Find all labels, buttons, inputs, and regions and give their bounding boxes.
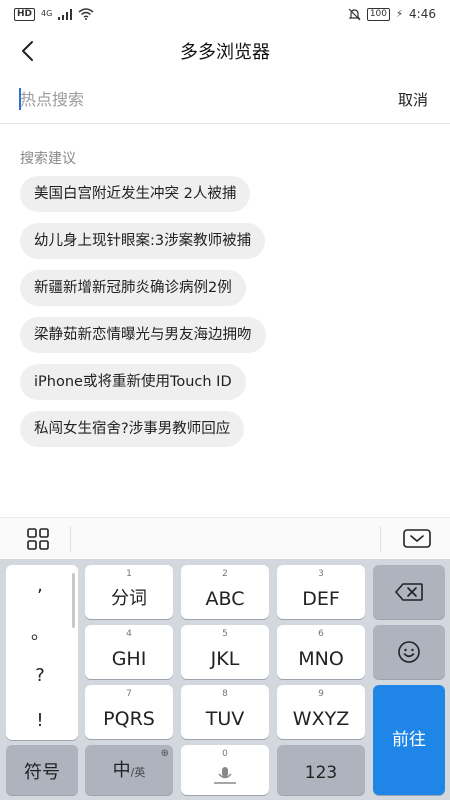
status-bar: HD 4G 100 ⚡ 4:46 (0, 0, 450, 28)
backspace-icon (395, 583, 423, 601)
page-title: 多多浏览器 (180, 42, 270, 63)
globe-icon: ⊕ (160, 748, 169, 759)
go-button[interactable]: 前往 (373, 685, 445, 795)
suggestions-title: 搜索建议 (20, 151, 76, 167)
search-bar: 取消 (0, 74, 450, 124)
keyboard: , 。 ? ! 1 分词 2 ABC 3 DEF 4 GHI 5 JKL 6 M… (0, 559, 450, 800)
key-3[interactable]: 3 DEF (277, 565, 365, 619)
emoji-key[interactable] (373, 625, 445, 679)
keyboard-menu-button[interactable] (26, 527, 50, 551)
grid-icon (27, 528, 49, 550)
key-number: 5 (222, 629, 228, 639)
hd-indicator: HD (14, 7, 36, 21)
suggestion-chip[interactable]: 新疆新增新冠肺炎确诊病例2例 (20, 270, 246, 306)
emoji-icon (398, 641, 420, 663)
network-type: 4G (41, 9, 53, 18)
suggestion-chip[interactable]: iPhone或将重新使用Touch ID (20, 364, 246, 400)
key-1[interactable]: 1 分词 (85, 565, 173, 619)
key-number: 0 (222, 749, 228, 759)
punctuation-scrollbar (72, 573, 75, 628)
key-label: JKL (210, 648, 240, 670)
language-label: 中/英 (85, 760, 173, 784)
punctuation-list[interactable]: , 。 ? ! (6, 565, 78, 740)
key-label: ABC (205, 588, 245, 610)
toolbar-divider (380, 526, 381, 552)
key-label: WXYZ (292, 708, 350, 730)
key-label: 分词 (111, 588, 147, 609)
punct-exclaim[interactable]: ! (6, 710, 74, 731)
key-label: GHI (111, 648, 147, 670)
punct-comma[interactable]: , (6, 575, 74, 596)
symbols-key[interactable]: 符号 (6, 745, 78, 795)
punct-period[interactable]: 。 (6, 619, 74, 645)
key-label: MNO (298, 648, 344, 670)
numbers-key[interactable]: 123 (277, 745, 365, 795)
key-5[interactable]: 5 JKL (181, 625, 269, 679)
key-number: 8 (222, 689, 228, 699)
toolbar-divider (70, 526, 71, 552)
keyboard-hide-icon (403, 529, 431, 548)
suggestion-chip[interactable]: 梁静茹新恋情曝光与男友海边拥吻 (20, 317, 266, 353)
suggestion-chip[interactable]: 美国白宫附近发生冲突 2人被捕 (20, 176, 251, 212)
battery-level: 100 (366, 7, 391, 21)
language-switch-key[interactable]: ⊕ 中/英 (85, 745, 173, 795)
hide-keyboard-button[interactable] (402, 528, 432, 550)
key-number: 6 (318, 629, 324, 639)
lang-alt: /英 (130, 766, 146, 779)
backspace-key[interactable] (373, 565, 445, 619)
signal-icon (58, 8, 73, 20)
header: 多多浏览器 (0, 28, 450, 74)
key-number: 2 (222, 569, 228, 579)
key-number: 9 (318, 689, 324, 699)
keyboard-toolbar (0, 517, 450, 559)
suggestion-chip[interactable]: 幼儿身上现针眼案:3涉案教师被捕 (20, 223, 266, 259)
microphone-icon (214, 767, 236, 784)
mute-bell-icon (348, 8, 361, 20)
key-number: 4 (126, 629, 132, 639)
wifi-icon (78, 8, 94, 20)
suggestion-list: 美国白宫附近发生冲突 2人被捕 幼儿身上现针眼案:3涉案教师被捕 新疆新增新冠肺… (20, 176, 430, 458)
key-label: PQRS (103, 708, 155, 730)
symbols-label: 符号 (24, 762, 60, 783)
key-2[interactable]: 2 ABC (181, 565, 269, 619)
search-input[interactable] (20, 84, 360, 114)
key-number: 1 (126, 569, 132, 579)
cancel-button[interactable]: 取消 (398, 89, 428, 110)
key-7[interactable]: 7 PQRS (85, 685, 173, 739)
go-label: 前往 (392, 730, 426, 750)
key-label: TUV (205, 708, 245, 730)
space-key[interactable]: 0 (181, 745, 269, 795)
key-4[interactable]: 4 GHI (85, 625, 173, 679)
key-number: 7 (126, 689, 132, 699)
numbers-label: 123 (304, 763, 338, 783)
punct-question[interactable]: ? (6, 665, 74, 686)
charging-icon: ⚡ (396, 8, 404, 20)
key-number: 3 (318, 569, 324, 579)
lang-main: 中 (112, 760, 131, 781)
key-8[interactable]: 8 TUV (181, 685, 269, 739)
key-label: DEF (302, 588, 340, 610)
clock: 4:46 (409, 7, 436, 21)
suggestion-chip[interactable]: 私闯女生宿舍?涉事男教师回应 (20, 411, 245, 447)
key-6[interactable]: 6 MNO (277, 625, 365, 679)
key-9[interactable]: 9 WXYZ (277, 685, 365, 739)
